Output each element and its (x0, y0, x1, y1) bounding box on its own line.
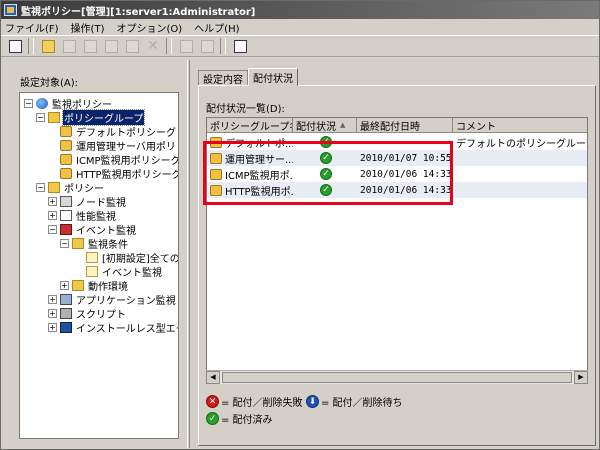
tree-node-monitoring-policy[interactable]: − 監視ポリシー (24, 96, 113, 111)
menu-options[interactable]: オプション(O) (116, 20, 182, 35)
expand-icon[interactable]: + (48, 322, 57, 332)
error-icon: ✕ (206, 395, 219, 408)
toolbar-separator (28, 38, 34, 54)
column-header-comment[interactable]: コメント (453, 118, 587, 133)
tree-node-initial-setting[interactable]: [初期設定]全ての (86, 250, 178, 265)
toolbar: ✕ (1, 35, 599, 57)
tree-node-installless-agent[interactable]: + インストールレス型エー (48, 320, 178, 335)
folder-icon (72, 237, 84, 249)
expand-icon[interactable]: + (48, 196, 57, 206)
tree-node-manager-policy-group[interactable]: 運用管理サーバ用ポリ (60, 138, 177, 153)
collapse-icon[interactable]: − (24, 98, 33, 108)
policy-window: 監視ポリシー[管理][1:server1:Administrator] ファイル… (0, 0, 600, 450)
collapse-icon[interactable]: − (60, 238, 69, 248)
cell-comment (453, 182, 587, 198)
app-icon (4, 4, 17, 16)
tree-node-policy[interactable]: − ポリシー (36, 180, 105, 195)
expand-icon[interactable]: + (48, 308, 57, 318)
tree-node-script[interactable]: + スクリプト (48, 306, 127, 321)
window-title: 監視ポリシー[管理][1:server1:Administrator] (21, 6, 256, 18)
settings-tree[interactable]: − 監視ポリシー − ポリシーグループ デフォルトポリシーグリ 運用管理サーバ用… (19, 92, 179, 439)
expand-icon[interactable]: + (48, 210, 57, 220)
globe-icon (36, 97, 48, 109)
document-icon (86, 251, 98, 263)
tab-settings[interactable]: 設定内容 (198, 70, 248, 86)
collapse-icon[interactable]: − (48, 224, 57, 234)
tree-label: 設定対象(A): (20, 78, 79, 89)
cell-comment (453, 150, 587, 166)
toolbar-separator (166, 38, 172, 54)
tab-distribution-status[interactable]: 配付状況 (248, 68, 298, 86)
policy-icon (60, 167, 72, 179)
tree-node-event-monitoring-condition[interactable]: イベント監視 (86, 264, 163, 279)
import-icon[interactable] (176, 37, 196, 55)
application-icon (60, 293, 72, 305)
refresh-icon[interactable] (230, 37, 250, 55)
new-document-icon[interactable] (59, 37, 79, 55)
tree-node-default-policy-group[interactable]: デフォルトポリシーグリ (60, 124, 178, 139)
export-icon[interactable] (197, 37, 217, 55)
script-icon (60, 307, 72, 319)
tree-node-monitoring-conditions[interactable]: − 監視条件 (60, 236, 129, 251)
edit-icon[interactable] (80, 37, 100, 55)
folder-icon (48, 111, 60, 123)
tree-node-policy-group[interactable]: − ポリシーグループ (36, 108, 146, 126)
policy-icon (60, 125, 72, 137)
legend-fail: ✕ = 配付／削除失敗 (206, 394, 303, 409)
monitor-icon (60, 195, 72, 207)
paste-icon[interactable] (122, 37, 142, 55)
check-icon: ✓ (206, 412, 219, 425)
scroll-right-icon[interactable]: ▶ (574, 371, 588, 384)
copy-icon[interactable] (101, 37, 121, 55)
tree-node-operating-environment[interactable]: + 動作環境 (60, 278, 129, 293)
column-header-last-distribution[interactable]: 最終配付日時 (357, 118, 453, 133)
tree-node-application-monitoring[interactable]: + アプリケーション監視 (48, 292, 177, 307)
collapse-icon[interactable]: − (36, 112, 45, 122)
column-header-policy-group[interactable]: ポリシーグループ名 (207, 118, 293, 133)
column-header-status-label: 配付状況 (296, 121, 336, 133)
tree-node-http-policy-group[interactable]: HTTP監視用ポリシーグル (60, 166, 178, 181)
tab-strip: 設定内容 配付状況 (198, 68, 298, 86)
tree-node-icmp-policy-group[interactable]: ICMP監視用ポリシーグル (60, 152, 178, 167)
document-icon (86, 265, 98, 277)
open-folder-icon[interactable] (38, 37, 58, 55)
menu-operation[interactable]: 操作(T) (71, 20, 105, 35)
cell-comment: デフォルトのポリシーグループ (456, 138, 588, 150)
tree-node-node-monitoring[interactable]: + ノード監視 (48, 194, 127, 209)
expand-icon[interactable]: + (60, 280, 69, 290)
folder-icon (72, 279, 84, 291)
highlight-box (203, 141, 453, 205)
column-header-status[interactable]: 配付状況 ▲ (293, 118, 357, 133)
scroll-left-icon[interactable]: ◀ (206, 371, 220, 384)
horizontal-scrollbar[interactable]: ◀ ▶ (206, 370, 588, 384)
policy-icon (60, 139, 72, 151)
legend-wait: ⬇ = 配付／削除待ち (306, 394, 403, 409)
event-icon (60, 223, 72, 235)
toolbar-separator (220, 38, 226, 54)
tree-node-event-monitoring[interactable]: − イベント監視 (48, 222, 137, 237)
sort-ascending-icon: ▲ (340, 121, 346, 129)
scrollbar-thumb[interactable] (222, 372, 572, 383)
menu-bar: ファイル(F) 操作(T) オプション(O) ヘルプ(H) (1, 19, 599, 35)
menu-file[interactable]: ファイル(F) (5, 20, 59, 35)
delete-icon[interactable]: ✕ (143, 37, 163, 55)
menu-help[interactable]: ヘルプ(H) (194, 20, 239, 35)
policy-icon (60, 153, 72, 165)
folder-icon (48, 181, 60, 193)
chart-icon (60, 209, 72, 221)
distribution-list-label: 配付状況一覧(D): (206, 104, 285, 115)
install-icon (60, 321, 72, 333)
pending-icon: ⬇ (306, 395, 319, 408)
legend-done: ✓ = 配付済み (206, 411, 273, 426)
title-bar: 監視ポリシー[管理][1:server1:Administrator] (1, 1, 599, 19)
collapse-icon[interactable]: − (36, 182, 45, 192)
navigate-icon[interactable] (5, 37, 25, 55)
expand-icon[interactable]: + (48, 294, 57, 304)
pane-splitter[interactable] (187, 60, 190, 448)
tree-node-performance-monitoring[interactable]: + 性能監視 (48, 208, 117, 223)
cell-comment (453, 166, 587, 182)
list-header: ポリシーグループ名 配付状況 ▲ 最終配付日時 コメント (207, 118, 587, 133)
